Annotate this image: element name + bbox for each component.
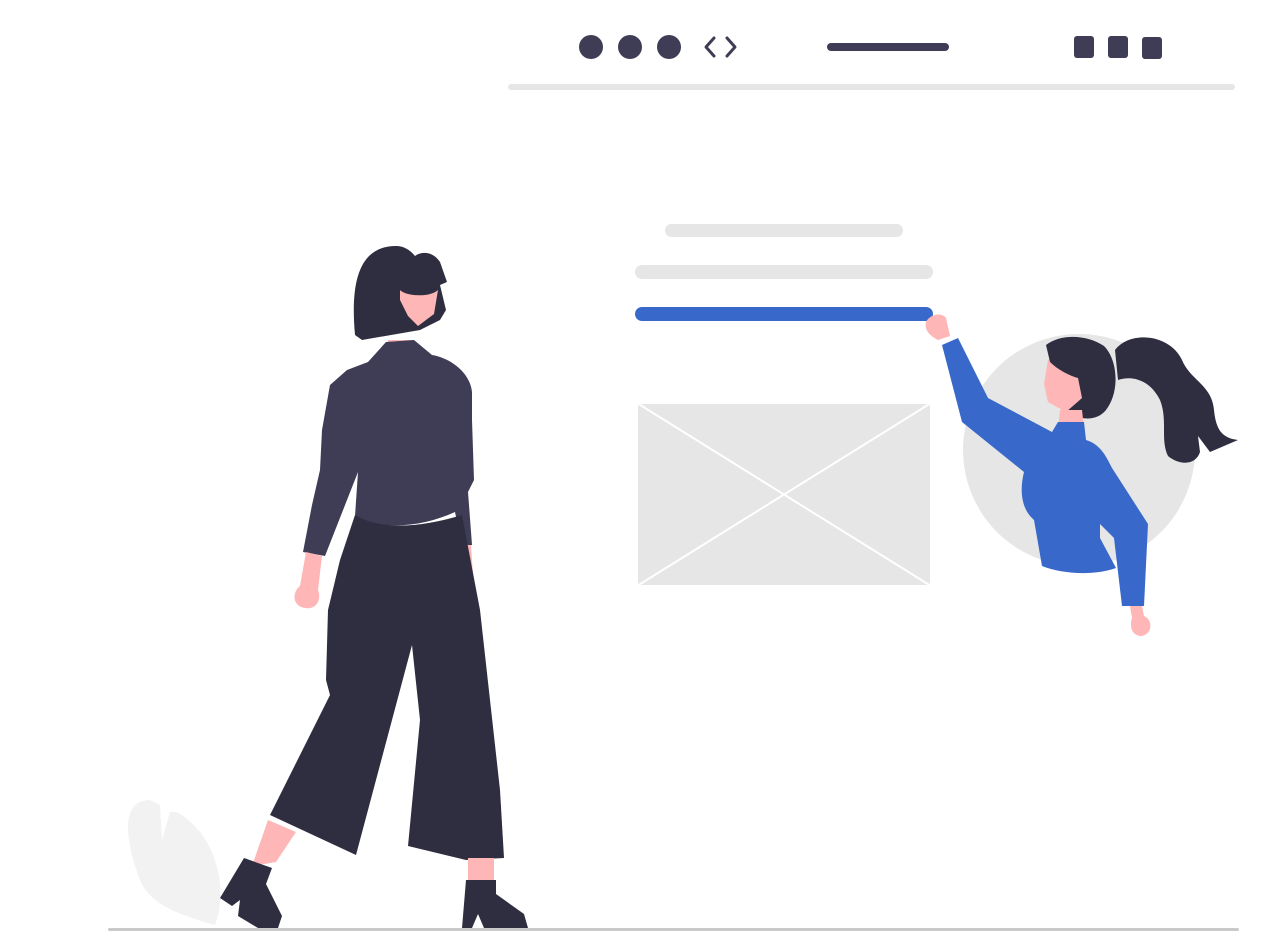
menu-square-2[interactable]	[1108, 36, 1128, 58]
browser-toolbar	[508, 35, 1235, 90]
standing-woman	[220, 246, 528, 928]
decorative-leaf	[128, 800, 221, 925]
toolbar-divider	[508, 84, 1235, 90]
menu-square-3[interactable]	[1142, 37, 1162, 59]
menu-square-1[interactable]	[1074, 36, 1094, 58]
address-bar-line[interactable]	[827, 43, 949, 51]
wireframe-content	[635, 224, 933, 587]
ground-line	[108, 928, 1239, 931]
window-dot-3[interactable]	[657, 35, 681, 59]
highlighted-line[interactable]	[635, 307, 933, 321]
illustration-canvas	[108, 35, 1239, 931]
placeholder-line-1	[665, 224, 903, 237]
woman-in-circle-pointing	[925, 314, 1238, 636]
image-placeholder-icon	[636, 402, 932, 587]
code-brackets-icon[interactable]	[704, 36, 737, 58]
window-dot-2[interactable]	[618, 35, 642, 59]
window-dot-1[interactable]	[579, 35, 603, 59]
placeholder-line-2	[635, 265, 933, 279]
